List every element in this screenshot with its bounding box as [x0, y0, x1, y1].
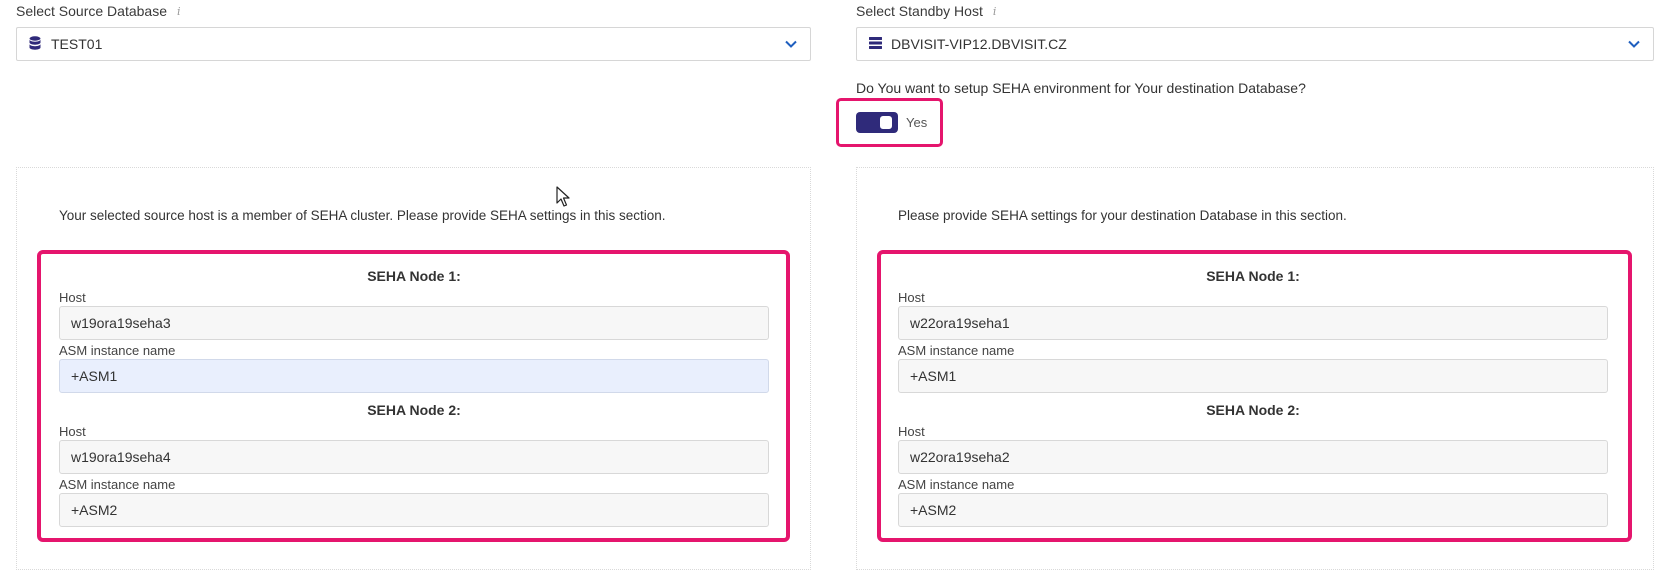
source-node1-title: SEHA Node 1:: [367, 268, 461, 284]
source-node2-title: SEHA Node 2:: [367, 402, 461, 418]
source-node2-asm-input[interactable]: +ASM2: [59, 493, 769, 527]
source-panel-description: Your selected source host is a member of…: [59, 208, 666, 223]
source-node1-host-input[interactable]: w19ora19seha3: [59, 306, 769, 340]
destination-panel-description: Please provide SEHA settings for your de…: [898, 208, 1347, 223]
source-node2-host-input[interactable]: w19ora19seha4: [59, 440, 769, 474]
seha-toggle[interactable]: [856, 112, 898, 133]
server-icon: [869, 36, 883, 52]
mouse-cursor-icon: [556, 186, 570, 208]
destination-node2-host-label: Host: [898, 424, 925, 439]
database-icon: [29, 36, 43, 52]
source-node2-asm-label: ASM instance name: [59, 477, 176, 492]
standby-host-label: Select Standby Host i: [856, 3, 996, 19]
standby-host-label-text: Select Standby Host: [856, 3, 983, 19]
destination-node2-asm-input[interactable]: +ASM2: [898, 493, 1608, 527]
source-node1-host-label: Host: [59, 290, 86, 305]
destination-node2-title: SEHA Node 2:: [1206, 402, 1300, 418]
info-icon[interactable]: i: [993, 5, 997, 18]
seha-question: Do You want to setup SEHA environment fo…: [856, 80, 1306, 96]
standby-host-select[interactable]: DBVISIT-VIP12.DBVISIT.CZ: [856, 27, 1654, 61]
destination-node2-host-input[interactable]: w22ora19seha2: [898, 440, 1608, 474]
seha-toggle-highlight: Yes: [836, 98, 943, 147]
destination-node1-asm-label: ASM instance name: [898, 343, 1015, 358]
source-database-select[interactable]: TEST01: [16, 27, 811, 61]
source-node1-asm-input[interactable]: +ASM1: [59, 359, 769, 393]
seha-toggle-label: Yes: [906, 115, 928, 130]
source-database-label-text: Select Source Database: [16, 3, 167, 19]
destination-node2-asm-label: ASM instance name: [898, 477, 1015, 492]
destination-node1-asm-input[interactable]: +ASM1: [898, 359, 1608, 393]
source-database-label: Select Source Database i: [16, 3, 181, 19]
source-node2-host-label: Host: [59, 424, 86, 439]
destination-node1-host-label: Host: [898, 290, 925, 305]
standby-host-value: DBVISIT-VIP12.DBVISIT.CZ: [891, 36, 1067, 52]
source-database-value: TEST01: [51, 36, 103, 52]
destination-node1-host-input[interactable]: w22ora19seha1: [898, 306, 1608, 340]
toggle-knob: [880, 116, 892, 129]
info-icon[interactable]: i: [177, 5, 181, 18]
source-node1-asm-label: ASM instance name: [59, 343, 176, 358]
chevron-down-icon[interactable]: [784, 37, 798, 51]
destination-node1-title: SEHA Node 1:: [1206, 268, 1300, 284]
chevron-down-icon[interactable]: [1627, 37, 1641, 51]
